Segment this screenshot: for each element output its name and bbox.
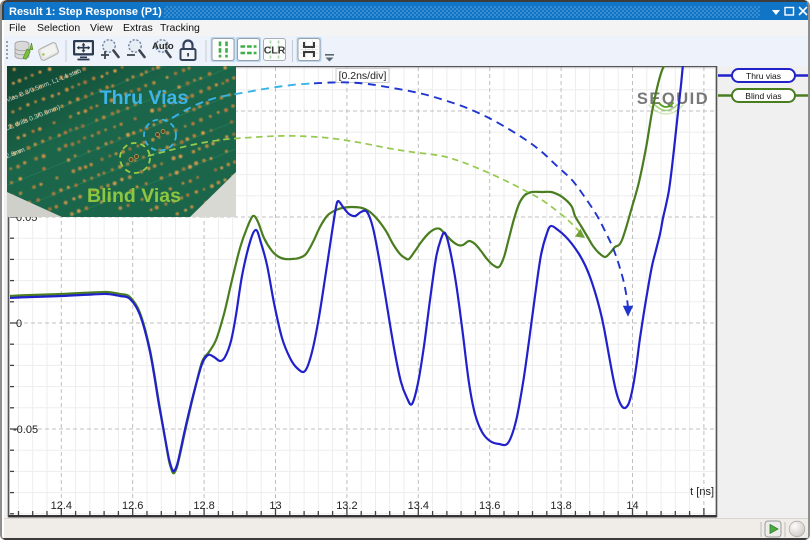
svg-text:12.8: 12.8 <box>193 500 214 512</box>
svg-text:Blind vias: Blind vias <box>745 91 781 101</box>
svg-text:13.2: 13.2 <box>336 500 357 512</box>
svg-text:t [ns]: t [ns] <box>690 486 714 498</box>
svg-text:14: 14 <box>626 500 638 512</box>
svg-text:[0.2ns/div]: [0.2ns/div] <box>339 70 387 82</box>
svg-text:SEQUID: SEQUID <box>637 90 709 108</box>
svg-text:Blind Vias: Blind Vias <box>87 185 181 207</box>
svg-text:Thru vias: Thru vias <box>746 71 781 81</box>
svg-text:13.4: 13.4 <box>408 500 429 512</box>
svg-text:Thru Vias: Thru Vias <box>100 87 189 109</box>
svg-text:13.8: 13.8 <box>550 500 571 512</box>
svg-text:12.6: 12.6 <box>122 500 143 512</box>
svg-text:Auto: Auto <box>152 41 174 52</box>
svg-text:13.6: 13.6 <box>479 500 500 512</box>
svg-text:13: 13 <box>269 500 281 512</box>
svg-text:CLR: CLR <box>264 45 286 57</box>
svg-text:12.4: 12.4 <box>51 500 72 512</box>
svg-text:-0.05: -0.05 <box>13 424 38 436</box>
svg-text:0: 0 <box>16 318 22 330</box>
